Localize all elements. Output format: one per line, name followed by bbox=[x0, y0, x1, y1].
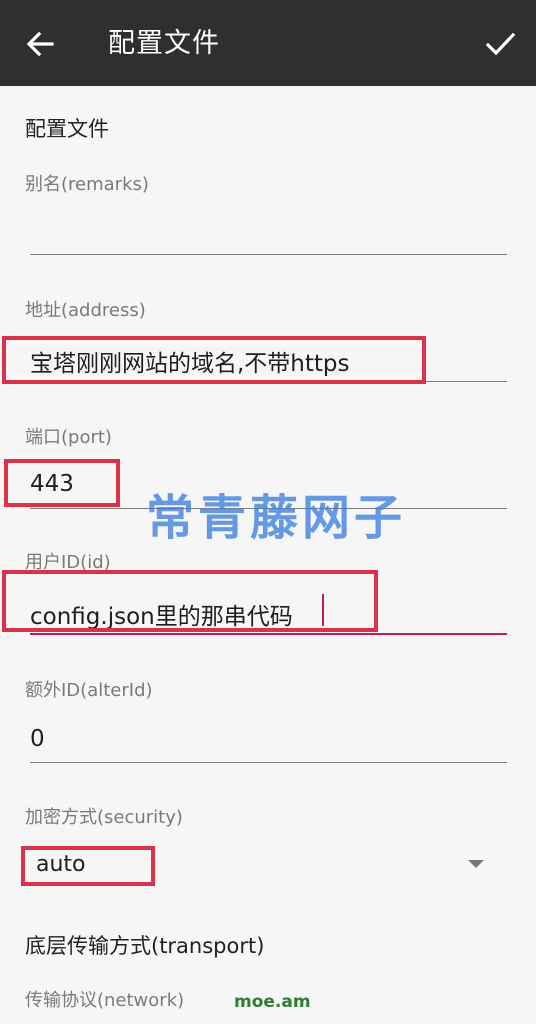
network-label: 传输协议(network) bbox=[25, 990, 185, 1011]
check-icon bbox=[485, 32, 516, 56]
transport-title: 底层传输方式(transport) bbox=[25, 934, 265, 958]
address-label: 地址(address) bbox=[25, 300, 146, 321]
security-highlight-box bbox=[21, 846, 155, 886]
section-title: 配置文件 bbox=[25, 117, 109, 141]
footer-watermark: moe.am bbox=[234, 992, 311, 1012]
toolbar-title: 配置文件 bbox=[108, 28, 220, 59]
alter-id-input[interactable]: 0 bbox=[30, 726, 45, 752]
alter-id-label: 额外ID(alterId) bbox=[25, 680, 153, 701]
arrow-left-icon bbox=[26, 31, 54, 57]
watermark-text: 常青藤网子 bbox=[146, 490, 407, 546]
id-highlight-box bbox=[2, 570, 378, 632]
save-button[interactable] bbox=[482, 26, 518, 62]
port-label: 端口(port) bbox=[25, 427, 112, 448]
app-toolbar: 配置文件 bbox=[0, 0, 536, 86]
remarks-label: 别名(remarks) bbox=[25, 174, 149, 195]
remarks-underline bbox=[30, 254, 507, 255]
id-underline bbox=[30, 633, 507, 635]
back-button[interactable] bbox=[22, 26, 58, 62]
security-label: 加密方式(security) bbox=[25, 807, 183, 828]
edit-config-screen: 配置文件 配置文件 别名(remarks) 地址(address) 宝塔刚刚网站… bbox=[0, 0, 536, 1024]
address-highlight-box bbox=[2, 336, 426, 384]
port-highlight-box bbox=[4, 459, 120, 507]
alter-id-underline bbox=[30, 762, 507, 763]
chevron-down-icon[interactable] bbox=[468, 860, 484, 868]
